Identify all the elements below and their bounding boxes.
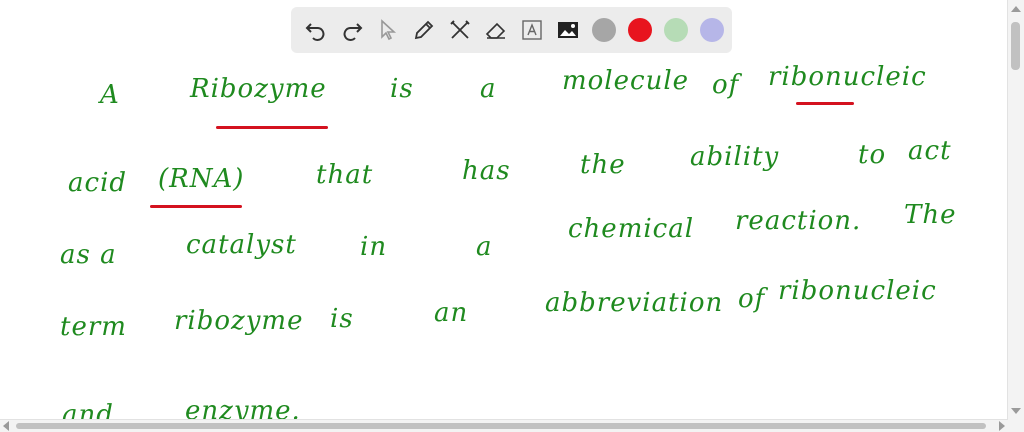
color-swatch-red[interactable] bbox=[628, 18, 652, 42]
undo-button[interactable] bbox=[301, 15, 331, 45]
note-word: the bbox=[580, 150, 626, 180]
vertical-scrollbar[interactable] bbox=[1007, 0, 1024, 420]
note-word: ability bbox=[690, 142, 780, 172]
note-word: that bbox=[316, 160, 374, 190]
note-word: of bbox=[712, 70, 740, 100]
image-icon bbox=[558, 22, 578, 38]
pen-icon bbox=[414, 20, 434, 40]
redo-icon bbox=[343, 23, 363, 41]
note-word: an bbox=[434, 298, 469, 328]
horizontal-scroll-thumb[interactable] bbox=[16, 423, 986, 429]
tools-icon bbox=[450, 20, 470, 39]
eraser-icon bbox=[485, 22, 506, 39]
color-swatch-green[interactable] bbox=[664, 18, 688, 42]
redo-button[interactable] bbox=[337, 15, 367, 45]
note-word: term bbox=[60, 312, 127, 342]
note-word: to bbox=[858, 140, 887, 170]
vertical-scroll-thumb[interactable] bbox=[1011, 22, 1020, 70]
select-button[interactable] bbox=[373, 15, 403, 45]
scroll-right-icon[interactable] bbox=[999, 421, 1005, 431]
note-word: a bbox=[480, 74, 497, 104]
horizontal-scrollbar[interactable] bbox=[0, 419, 1008, 432]
note-word: (RNA) bbox=[158, 164, 245, 194]
note-word: has bbox=[462, 156, 511, 186]
text-button[interactable] bbox=[517, 15, 547, 45]
scrollbar-corner bbox=[1008, 420, 1024, 432]
whiteboard-canvas[interactable]: A Ribozyme is a molecule of ribonucleic … bbox=[0, 0, 1008, 430]
scroll-left-icon[interactable] bbox=[3, 421, 9, 431]
highlight-underline bbox=[150, 205, 242, 208]
note-word: is bbox=[330, 304, 354, 334]
note-word: act bbox=[908, 136, 952, 166]
scroll-down-icon[interactable] bbox=[1011, 408, 1021, 414]
note-word: reaction. bbox=[735, 206, 862, 236]
note-word: The bbox=[904, 200, 957, 230]
note-word: ribonucleic bbox=[778, 276, 937, 306]
note-word: a bbox=[476, 232, 493, 262]
note-word: is bbox=[390, 74, 414, 104]
note-word: ribozyme bbox=[174, 306, 304, 336]
note-word: molecule bbox=[562, 66, 690, 96]
pen-button[interactable] bbox=[409, 15, 439, 45]
undo-icon bbox=[305, 23, 325, 41]
color-swatch-gray[interactable] bbox=[592, 18, 616, 42]
note-word: chemical bbox=[568, 214, 695, 244]
tools-button[interactable] bbox=[445, 15, 475, 45]
note-word: catalyst bbox=[186, 230, 297, 260]
pointer-icon bbox=[381, 19, 397, 41]
eraser-button[interactable] bbox=[481, 15, 511, 45]
color-swatch-purple[interactable] bbox=[700, 18, 724, 42]
note-word: acid bbox=[68, 168, 128, 198]
note-word: of bbox=[738, 284, 766, 314]
note-word: A bbox=[100, 80, 120, 110]
drawing-toolbar bbox=[291, 7, 732, 53]
note-word: abbreviation bbox=[545, 288, 724, 318]
highlight-underline bbox=[796, 102, 854, 105]
scroll-up-icon[interactable] bbox=[1011, 6, 1021, 12]
highlight-underline bbox=[216, 126, 328, 129]
note-word: Ribozyme bbox=[190, 74, 327, 104]
note-word: in bbox=[360, 232, 388, 262]
note-word: ribonucleic bbox=[768, 62, 927, 92]
image-button[interactable] bbox=[553, 15, 583, 45]
text-icon bbox=[522, 20, 542, 40]
note-word: as a bbox=[60, 240, 117, 270]
